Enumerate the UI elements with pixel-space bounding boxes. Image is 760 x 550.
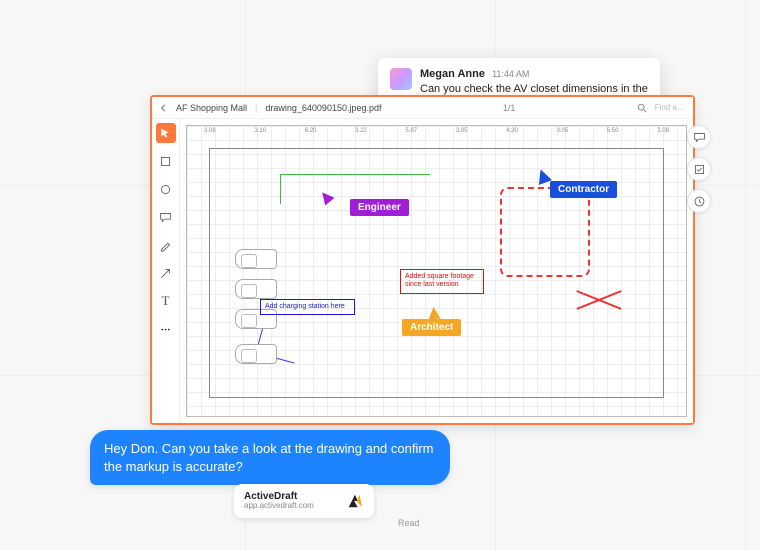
- chat-bubble: Hey Don. Can you take a look at the draw…: [90, 430, 450, 485]
- search-icon[interactable]: [637, 103, 647, 113]
- tool-rail: T: [152, 119, 180, 423]
- comment-time: 11:44 AM: [492, 69, 529, 79]
- pen-tool[interactable]: [156, 235, 176, 255]
- comment-author: Megan Anne: [420, 68, 485, 80]
- car-icon: [235, 279, 277, 299]
- comment-tool[interactable]: [156, 207, 176, 227]
- dimension-row: 3.083.10 6.203.22 5.873.05 4.303.05 5.50…: [186, 123, 687, 139]
- history-button[interactable]: [687, 189, 711, 213]
- cursor-tool[interactable]: [156, 123, 176, 143]
- titlebar: AF Shopping Mall | drawing_640090150.jpe…: [152, 97, 693, 119]
- file-name[interactable]: drawing_640090150.jpeg.pdf: [265, 103, 381, 113]
- text-tool[interactable]: T: [156, 291, 176, 311]
- note-charging-station[interactable]: Add charging station here: [260, 299, 355, 315]
- link-url: app.activedraft.com: [244, 502, 314, 511]
- search-placeholder[interactable]: Find a…: [655, 103, 685, 112]
- comments-button[interactable]: [687, 125, 711, 149]
- drawing-canvas[interactable]: 3.083.10 6.203.22 5.873.05 4.303.05 5.50…: [180, 119, 693, 423]
- read-receipt: Read: [398, 518, 420, 528]
- avatar: [390, 68, 412, 90]
- car-icon: [235, 249, 277, 269]
- page-indicator: 1/1: [503, 103, 516, 113]
- tasks-button[interactable]: [687, 157, 711, 181]
- arrow-tool[interactable]: [156, 263, 176, 283]
- select-tool[interactable]: [156, 151, 176, 171]
- right-tool-rail: [687, 125, 711, 213]
- circle-tool[interactable]: [156, 179, 176, 199]
- note-square-footage[interactable]: Added square footage since last version: [400, 269, 484, 294]
- contractor-tag[interactable]: Contractor: [550, 181, 617, 198]
- car-icon: [235, 344, 277, 364]
- back-icon[interactable]: [160, 104, 168, 112]
- more-tool[interactable]: [156, 319, 176, 339]
- architect-arrow-icon: [427, 306, 440, 319]
- architect-tag[interactable]: Architect: [402, 319, 461, 336]
- activedraft-logo-icon: [346, 492, 364, 510]
- engineer-tag[interactable]: Engineer: [350, 199, 409, 216]
- red-dashed-region[interactable]: [500, 187, 590, 277]
- app-window: AF Shopping Mall | drawing_640090150.jpe…: [150, 95, 695, 425]
- project-name[interactable]: AF Shopping Mall: [176, 103, 247, 113]
- link-preview[interactable]: ActiveDraft app.activedraft.com: [234, 484, 374, 518]
- red-cross-markup[interactable]: [575, 279, 623, 319]
